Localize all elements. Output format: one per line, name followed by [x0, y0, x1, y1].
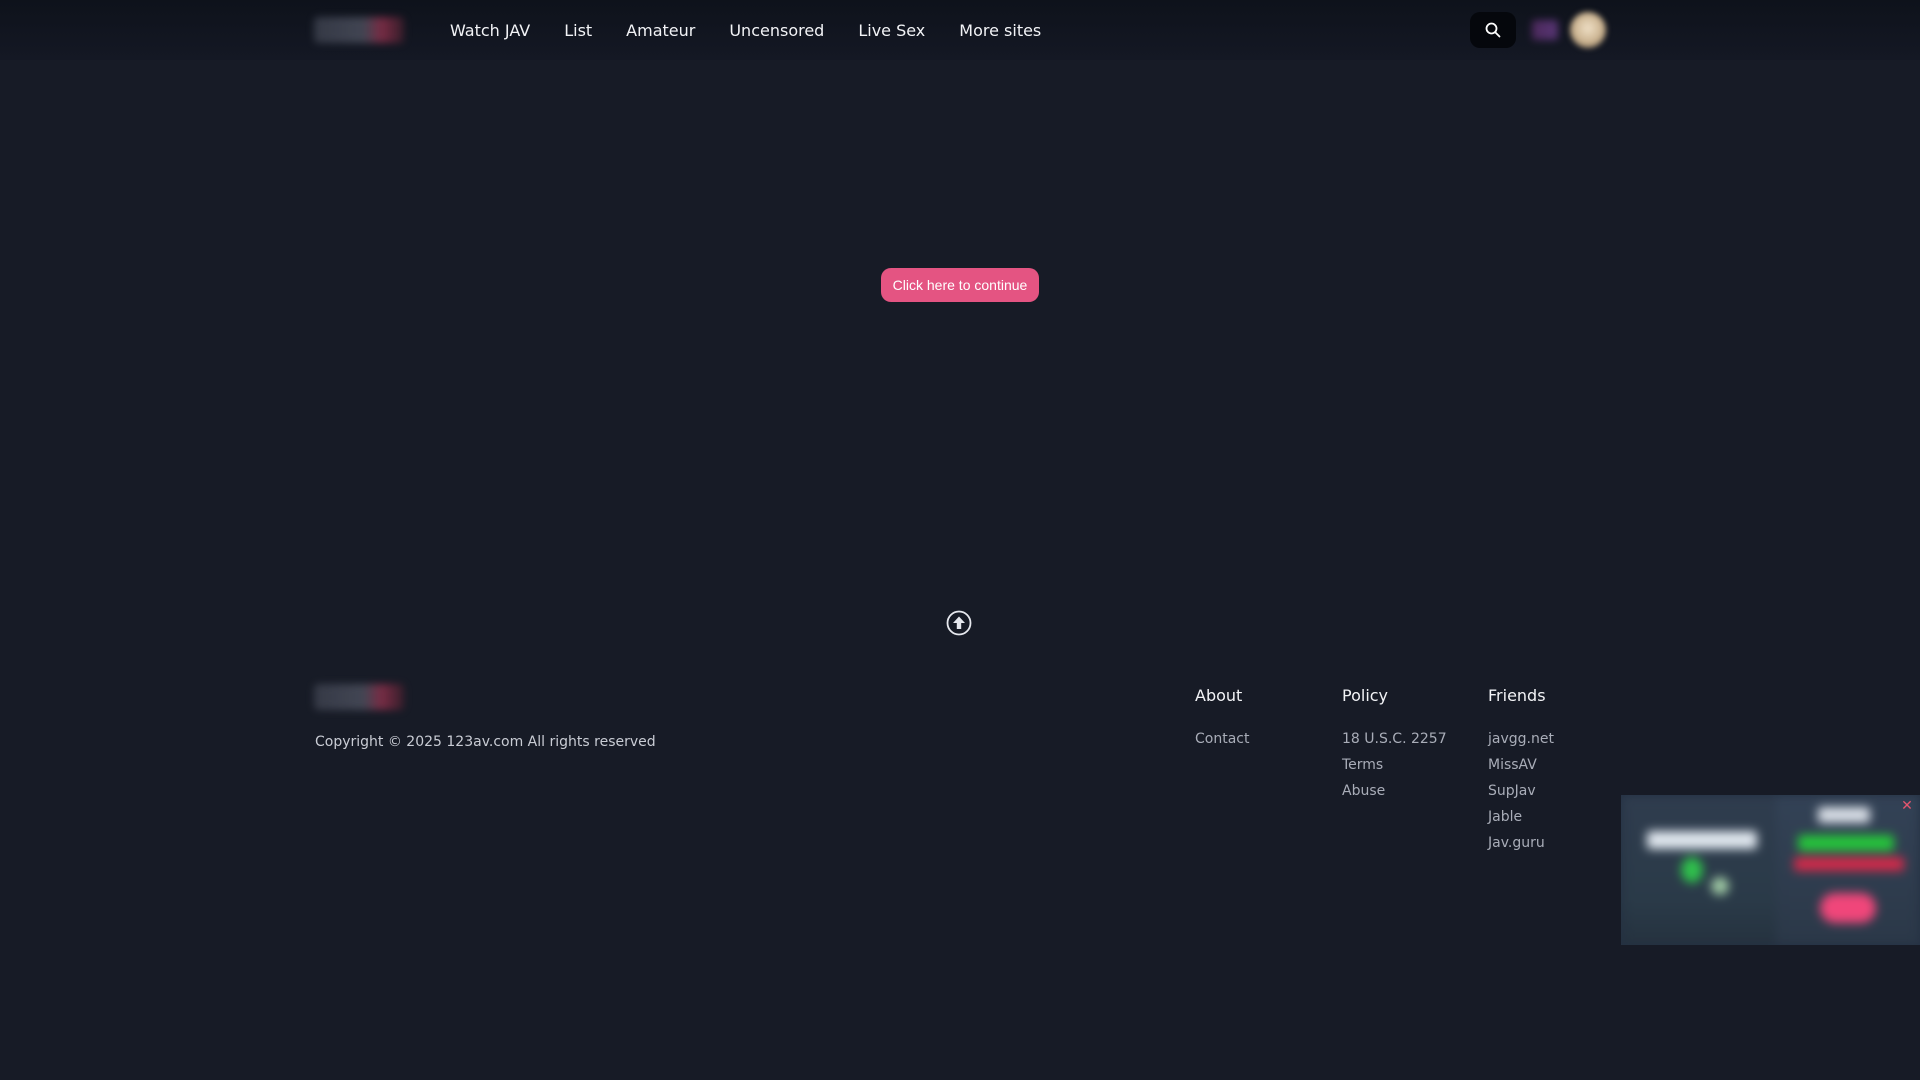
footer-logo[interactable] — [314, 684, 404, 710]
nav-item-more-sites[interactable]: More sites — [959, 21, 1041, 40]
footer-heading-about: About — [1195, 686, 1243, 705]
footer-heading-friends: Friends — [1488, 686, 1546, 705]
scroll-to-top-button[interactable] — [946, 610, 972, 636]
ad-panel-right — [1776, 795, 1920, 945]
footer-column-policy: Policy 18 U.S.C. 2257 Terms Abuse — [1342, 686, 1447, 809]
footer-link-terms[interactable]: Terms — [1342, 757, 1447, 773]
footer-link-contact[interactable]: Contact — [1195, 731, 1249, 747]
footer-column-friends: Friends javgg.net MissAV SupJav Jable Ja… — [1488, 686, 1554, 861]
language-flag-icon[interactable] — [1532, 20, 1558, 40]
footer-link-jable[interactable]: Jable — [1488, 809, 1554, 825]
search-icon — [1485, 22, 1501, 38]
footer-link-javguru[interactable]: Jav.guru — [1488, 835, 1554, 851]
continue-button[interactable]: Click here to continue — [881, 268, 1039, 302]
footer-link-abuse[interactable]: Abuse — [1342, 783, 1447, 799]
ad-content — [1621, 795, 1920, 945]
ad-banner[interactable]: ✕ — [1621, 795, 1920, 945]
footer-heading-policy: Policy — [1342, 686, 1389, 705]
search-button[interactable] — [1470, 12, 1516, 48]
site-logo[interactable] — [314, 17, 404, 43]
footer-column-about: About Contact — [1195, 686, 1249, 757]
copyright-text: Copyright © 2025 123av.com All rights re… — [315, 734, 656, 750]
footer-link-missav[interactable]: MissAV — [1488, 757, 1554, 773]
nav-item-live-sex[interactable]: Live Sex — [858, 21, 925, 40]
top-navbar: Watch JAV List Amateur Uncensored Live S… — [0, 0, 1920, 60]
arrow-up-circle-icon — [946, 610, 972, 636]
footer-link-2257[interactable]: 18 U.S.C. 2257 — [1342, 731, 1447, 747]
main-nav: Watch JAV List Amateur Uncensored Live S… — [450, 0, 1041, 60]
footer-link-supjav[interactable]: SupJav — [1488, 783, 1554, 799]
nav-item-list[interactable]: List — [564, 21, 592, 40]
close-icon[interactable]: ✕ — [1898, 797, 1916, 815]
nav-item-uncensored[interactable]: Uncensored — [729, 21, 824, 40]
user-avatar[interactable] — [1570, 12, 1606, 48]
nav-item-amateur[interactable]: Amateur — [626, 21, 695, 40]
footer-link-javgg[interactable]: javgg.net — [1488, 731, 1554, 747]
nav-item-watch-jav[interactable]: Watch JAV — [450, 21, 530, 40]
ad-panel-left — [1621, 795, 1776, 945]
